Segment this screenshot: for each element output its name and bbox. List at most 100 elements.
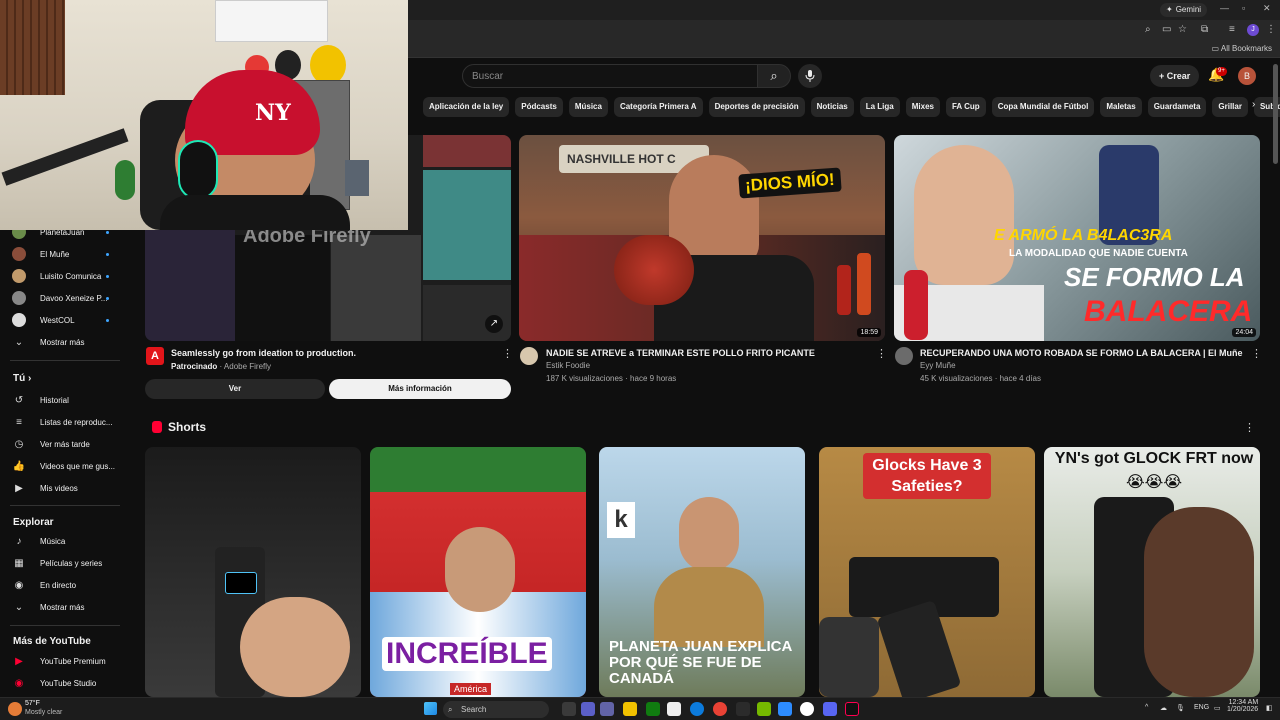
gemini-button[interactable]: ✦ Gemini xyxy=(1160,3,1208,17)
chip-aplicacion-ley[interactable]: Aplicación de la ley xyxy=(423,97,510,117)
avatar xyxy=(12,313,26,327)
ad-more-info-button[interactable]: Más información xyxy=(329,379,511,399)
weather-icon[interactable] xyxy=(8,702,22,716)
chip-copa-mundial[interactable]: Copa Mundial de Fútbol xyxy=(991,97,1095,117)
scrollbar[interactable] xyxy=(1273,64,1278,164)
discord-icon[interactable] xyxy=(823,702,837,716)
bookmark-star-icon[interactable]: ☆ xyxy=(1178,24,1187,35)
network-icon[interactable]: ▭ xyxy=(1214,704,1221,712)
chip-fa-cup[interactable]: FA Cup xyxy=(945,97,986,117)
search-input[interactable] xyxy=(463,65,757,87)
chip-categoria-primera-a[interactable]: Categoría Primera A xyxy=(613,97,703,117)
browser-menu-icon[interactable]: ⋮ xyxy=(1266,24,1276,35)
sidebar-item-live[interactable]: ◉ En directo xyxy=(0,575,127,595)
voice-search-button[interactable] xyxy=(798,64,822,88)
notification-icon[interactable]: ◧ xyxy=(1266,704,1273,712)
chip-musica[interactable]: Música xyxy=(568,97,608,117)
account-avatar[interactable]: B xyxy=(1238,67,1256,85)
file-explorer-icon[interactable] xyxy=(623,702,637,716)
chip-mixes[interactable]: Mixes xyxy=(905,97,940,117)
create-button[interactable]: + Crear xyxy=(1150,65,1200,87)
channel-avatar[interactable] xyxy=(895,347,913,365)
search-icon: ⌕ xyxy=(448,705,453,714)
external-link-icon[interactable]: ↗ xyxy=(485,315,503,333)
cast-icon[interactable]: ▭ xyxy=(1162,24,1171,35)
chip-grillar[interactable]: Grillar xyxy=(1212,97,1248,117)
short-card[interactable]: Glocks Have 3 Safeties? xyxy=(819,447,1035,697)
shorts-title: Shorts xyxy=(168,420,207,434)
chip-maletas[interactable]: Maletas xyxy=(1100,97,1142,117)
sidebar-item-music[interactable]: ♪ Música xyxy=(0,531,127,551)
short-card[interactable]: k PLANETA JUAN EXPLICA POR QUÉ SE FUE DE… xyxy=(599,447,805,697)
more-options-icon[interactable]: ⋮ xyxy=(876,347,887,360)
chip-guardameta[interactable]: Guardameta xyxy=(1147,97,1207,117)
cloud-icon[interactable]: ☁ xyxy=(1160,704,1167,712)
maximize-icon[interactable]: ▫ xyxy=(1242,3,1245,13)
edge-icon[interactable] xyxy=(690,702,704,716)
short-card[interactable]: YN's got GLOCK FRT now 😭😭😭 xyxy=(1044,447,1260,697)
video-thumbnail[interactable]: NASHVILLE HOT C ¡DIOS MÍO! 18:59 xyxy=(519,135,885,341)
obs-icon[interactable] xyxy=(800,702,814,716)
zoom-app-icon[interactable] xyxy=(778,702,792,716)
short-card[interactable] xyxy=(145,447,361,697)
windows-start-icon[interactable] xyxy=(424,702,437,715)
clock[interactable]: 12:34 AM 1/20/2026 xyxy=(1227,699,1258,713)
sidebar-show-more-2[interactable]: ⌄ Mostrar más xyxy=(0,597,127,617)
short-card[interactable]: INCREÍBLE América xyxy=(370,447,586,697)
app-icon[interactable] xyxy=(736,702,750,716)
video-thumbnail[interactable]: E ARMÓ LA B4LAC3RA LA MODALIDAD QUE NADI… xyxy=(894,135,1260,341)
video-title[interactable]: NADIE SE ATREVE a TERMINAR ESTE POLLO FR… xyxy=(546,348,815,358)
channel-name[interactable]: Estik Foodie xyxy=(546,361,590,370)
all-bookmarks[interactable]: ▭ All Bookmarks xyxy=(1212,44,1272,53)
tab-search-icon[interactable]: ≡ xyxy=(1229,24,1235,35)
chrome-icon[interactable] xyxy=(713,702,727,716)
chevron-right-icon[interactable]: › xyxy=(1252,99,1255,110)
sidebar-item-movies[interactable]: ▦ Películas y series xyxy=(0,553,127,573)
tray-chevron-icon[interactable]: ^ xyxy=(1145,704,1148,711)
chip-noticias[interactable]: Noticias xyxy=(810,97,854,117)
sidebar-item-studio[interactable]: ◉ YouTube Studio xyxy=(0,673,127,693)
language-indicator[interactable]: ENG xyxy=(1194,704,1209,711)
ad-view-button[interactable]: Ver xyxy=(145,379,325,399)
taskbar-search[interactable]: ⌕ Search xyxy=(443,701,549,718)
chip-la-liga[interactable]: La Liga xyxy=(859,97,900,117)
video-title[interactable]: RECUPERANDO UNA MOTO ROBADA SE FORMO LA … xyxy=(920,348,1243,358)
sidebar-item-my-videos[interactable]: ▶ Mis videos xyxy=(0,478,127,498)
channel-name[interactable]: Eyy Muñe xyxy=(920,361,956,370)
sidebar-item-historial[interactable]: ↺ Historial xyxy=(0,390,127,410)
close-icon[interactable]: ✕ xyxy=(1263,3,1271,14)
sidebar-item-liked[interactable]: 👍 Videos que me gus... xyxy=(0,456,127,476)
tiktok-icon[interactable] xyxy=(845,702,859,716)
mic-tray-icon[interactable]: 🎙 xyxy=(1176,704,1185,712)
more-options-icon[interactable]: ⋮ xyxy=(1251,347,1262,360)
minimize-icon[interactable]: — xyxy=(1220,3,1229,13)
more-options-icon[interactable]: ⋮ xyxy=(1244,421,1255,434)
channel-avatar[interactable] xyxy=(520,347,538,365)
task-view-icon[interactable] xyxy=(562,702,576,716)
nvidia-icon[interactable] xyxy=(757,702,771,716)
search-button[interactable]: ⌕ xyxy=(757,64,791,88)
more-options-icon[interactable]: ⋮ xyxy=(502,347,513,360)
ad-title[interactable]: Seamlessly go from ideation to productio… xyxy=(171,348,356,358)
notepad-icon[interactable] xyxy=(667,702,681,716)
chip-deportes-precision[interactable]: Deportes de precisión xyxy=(708,97,805,117)
zoom-icon[interactable]: ⌕ xyxy=(1145,24,1151,35)
chip-podcasts[interactable]: Pódcasts xyxy=(515,97,563,117)
sidebar-channel-luisito[interactable]: Luisito Comunica xyxy=(0,266,127,286)
sidebar-channel-davoo[interactable]: Davoo Xeneize P... xyxy=(0,288,127,308)
sidebar-item-watch-later[interactable]: ◷ Ver más tarde xyxy=(0,434,127,454)
you-heading[interactable]: Tú › xyxy=(13,373,31,384)
browser-profile-avatar[interactable]: J xyxy=(1247,24,1259,36)
teams-icon[interactable] xyxy=(600,702,614,716)
divider xyxy=(10,360,120,361)
copilot-icon[interactable] xyxy=(581,702,595,716)
xbox-icon[interactable] xyxy=(646,702,660,716)
sidebar-channel-el-mune[interactable]: El Muñe xyxy=(0,244,127,264)
sidebar-item-premium[interactable]: ▶ YouTube Premium xyxy=(0,651,127,671)
short-subtext: América xyxy=(450,683,492,695)
sidebar-show-more[interactable]: ⌄ Mostrar más xyxy=(0,332,127,352)
search-field[interactable] xyxy=(462,64,758,88)
extension-icon[interactable]: ⧉ xyxy=(1201,24,1208,35)
sidebar-item-playlists[interactable]: ≡ Listas de reproduc... xyxy=(0,412,127,432)
sidebar-channel-westcol[interactable]: WestCOL xyxy=(0,310,127,330)
